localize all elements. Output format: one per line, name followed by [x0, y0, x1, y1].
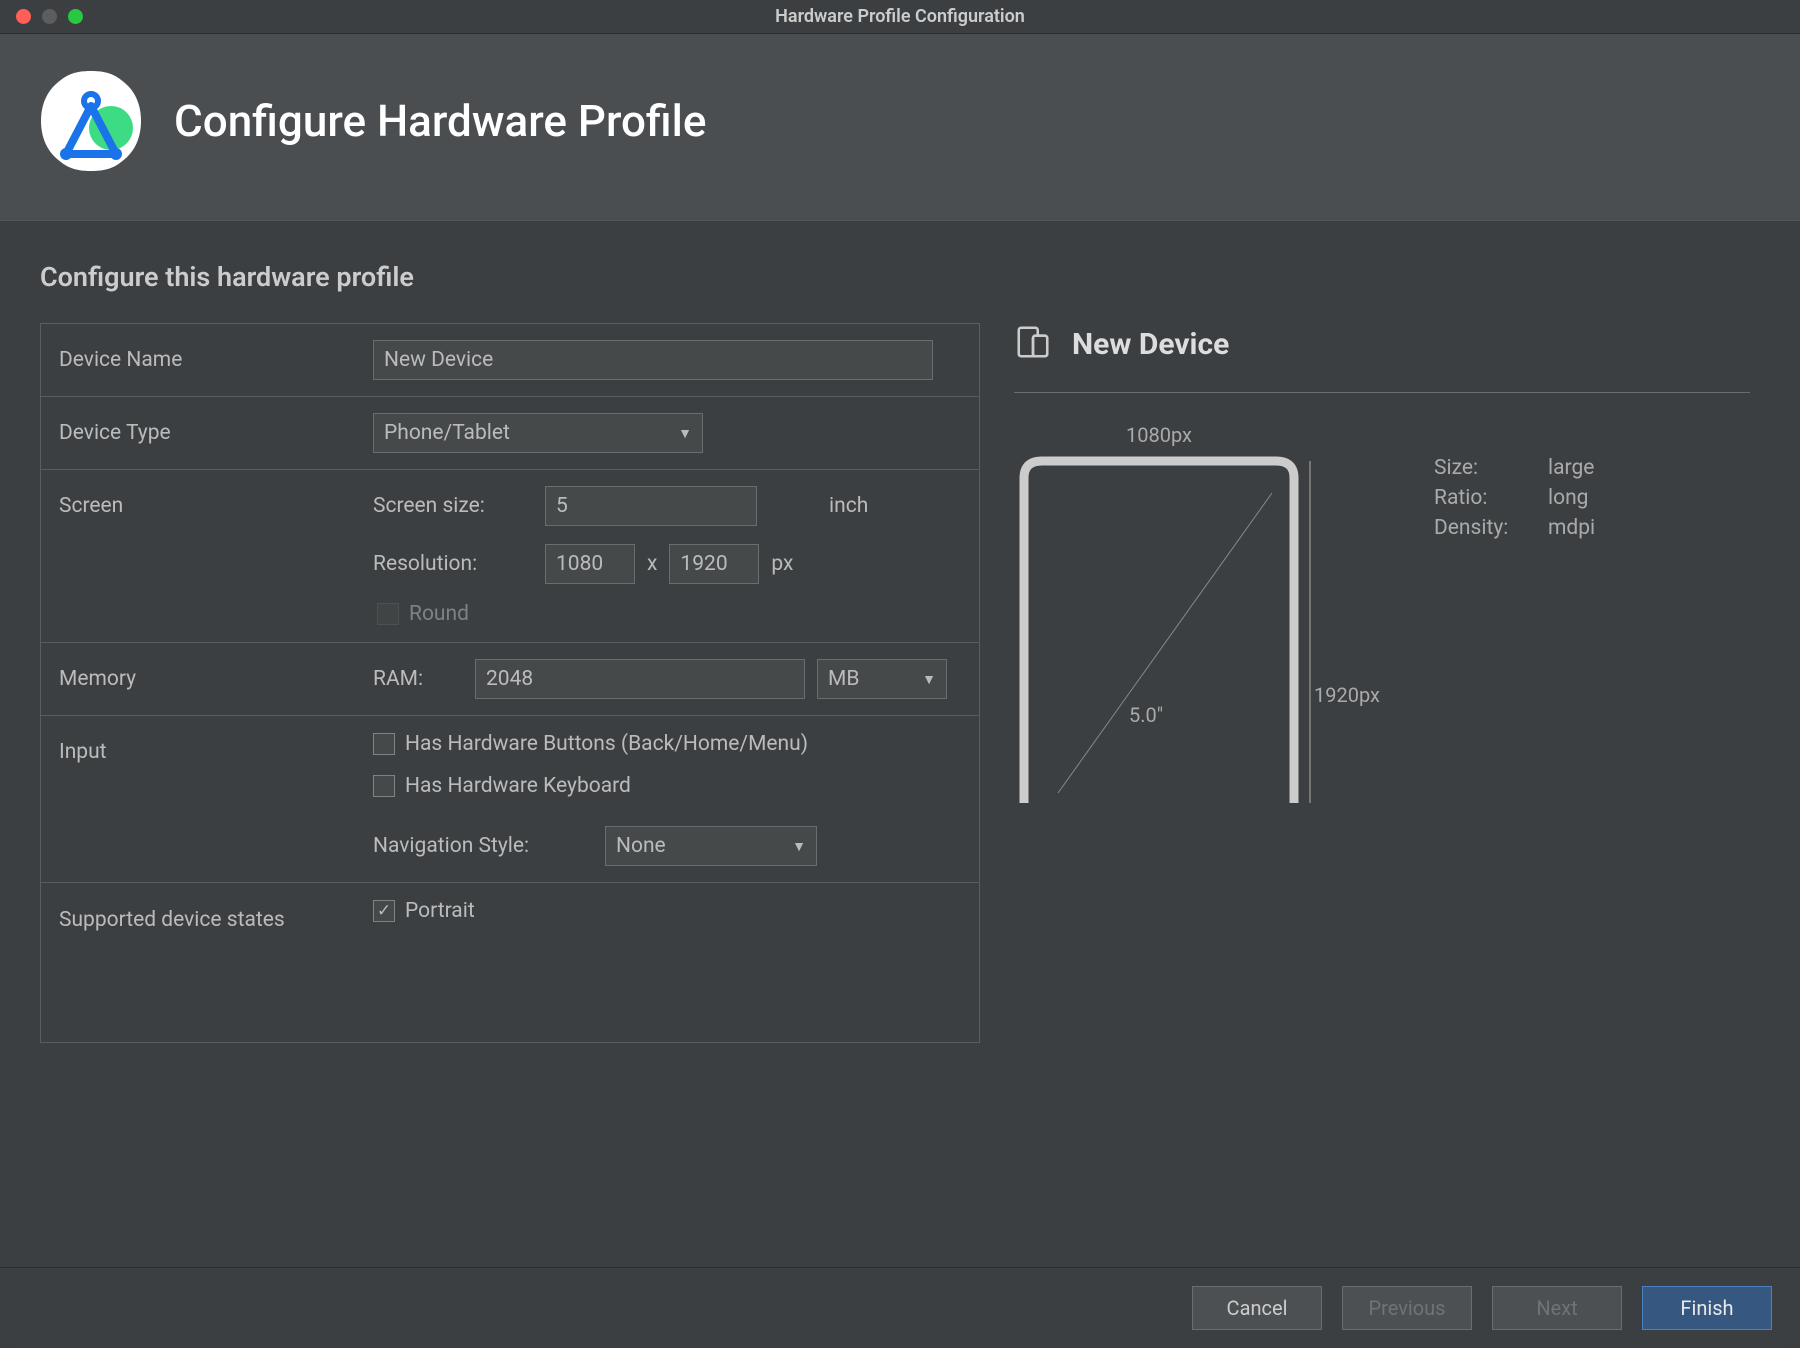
cancel-button[interactable]: Cancel — [1192, 1286, 1322, 1330]
preview-diagonal-label: 5.0" — [1129, 703, 1163, 727]
window-maximize-button[interactable] — [68, 9, 83, 24]
device-outline-icon — [1014, 453, 1354, 813]
nav-style-select[interactable]: None ▼ — [605, 826, 817, 866]
spec-density-value: mdpi — [1548, 516, 1595, 540]
preview-device-name: New Device — [1072, 327, 1229, 362]
device-type-select[interactable]: Phone/Tablet ▼ — [373, 413, 703, 453]
chevron-down-icon: ▼ — [792, 838, 806, 855]
window-minimize-button[interactable] — [42, 9, 57, 24]
device-type-label: Device Type — [59, 413, 373, 453]
next-button[interactable]: Next — [1492, 1286, 1622, 1330]
hw-buttons-label: Has Hardware Buttons (Back/Home/Menu) — [405, 732, 808, 756]
nav-style-label: Navigation Style: — [373, 834, 593, 858]
input-label: Input — [59, 732, 373, 866]
resolution-height-input[interactable] — [669, 544, 759, 584]
screen-size-label: Screen size: — [373, 494, 533, 518]
resolution-unit: px — [771, 552, 793, 576]
nav-style-value: None — [616, 834, 666, 858]
device-preview: New Device 1080px 1920px 5.0" — [1004, 323, 1760, 1267]
supported-states-label: Supported device states — [59, 899, 373, 934]
device-type-value: Phone/Tablet — [384, 421, 510, 445]
checkbox-icon — [373, 733, 395, 755]
resolution-width-input[interactable] — [545, 544, 635, 584]
android-studio-logo-icon — [36, 66, 146, 176]
devices-icon — [1014, 323, 1052, 366]
preview-specs: Size: large Ratio: long Density: mdpi — [1434, 453, 1595, 543]
hardware-profile-dialog: Hardware Profile Configuration Configure… — [0, 0, 1800, 1348]
titlebar: Hardware Profile Configuration — [0, 0, 1800, 34]
preview-width-label: 1080px — [1014, 423, 1304, 447]
device-name-label: Device Name — [59, 340, 373, 380]
hw-keyboard-checkbox[interactable]: Has Hardware Keyboard — [373, 774, 961, 798]
checkbox-icon — [373, 775, 395, 797]
portrait-checkbox[interactable]: ✓ Portrait — [373, 899, 961, 923]
spec-size-value: large — [1548, 456, 1594, 480]
device-name-input[interactable] — [373, 340, 933, 380]
dialog-footer: Cancel Previous Next Finish — [0, 1267, 1800, 1348]
spec-ratio-key: Ratio: — [1434, 486, 1534, 510]
screen-size-unit: inch — [829, 494, 868, 518]
screen-label: Screen — [59, 486, 373, 626]
form-panel: Device Name Device Type Phone/Tablet ▼ — [40, 323, 980, 1043]
chevron-down-icon: ▼ — [922, 671, 936, 688]
hw-buttons-checkbox[interactable]: Has Hardware Buttons (Back/Home/Menu) — [373, 732, 961, 756]
window-title: Hardware Profile Configuration — [775, 6, 1025, 27]
ram-unit-select[interactable]: MB ▼ — [817, 659, 947, 699]
dialog-title: Configure Hardware Profile — [174, 95, 706, 147]
resolution-separator: x — [647, 552, 657, 576]
previous-button[interactable]: Previous — [1342, 1286, 1472, 1330]
ram-label: RAM: — [373, 667, 463, 691]
ram-unit-value: MB — [828, 667, 859, 691]
resolution-label: Resolution: — [373, 552, 533, 576]
spec-size-key: Size: — [1434, 456, 1534, 480]
ram-input[interactable] — [475, 659, 805, 699]
screen-size-input[interactable] — [545, 486, 757, 526]
memory-label: Memory — [59, 659, 373, 699]
portrait-label: Portrait — [405, 899, 475, 923]
finish-button[interactable]: Finish — [1642, 1286, 1772, 1330]
subtitle: Configure this hardware profile — [40, 261, 1760, 293]
spec-density-key: Density: — [1434, 516, 1534, 540]
hw-keyboard-label: Has Hardware Keyboard — [405, 774, 631, 798]
dialog-header: Configure Hardware Profile — [0, 34, 1800, 221]
round-checkbox: Round — [377, 602, 469, 626]
preview-height-label: 1920px — [1314, 683, 1380, 707]
chevron-down-icon: ▼ — [678, 425, 692, 442]
round-label: Round — [409, 602, 469, 626]
window-close-button[interactable] — [16, 9, 31, 24]
checkbox-checked-icon: ✓ — [373, 900, 395, 922]
spec-ratio-value: long — [1548, 486, 1588, 510]
checkbox-icon — [377, 603, 399, 625]
